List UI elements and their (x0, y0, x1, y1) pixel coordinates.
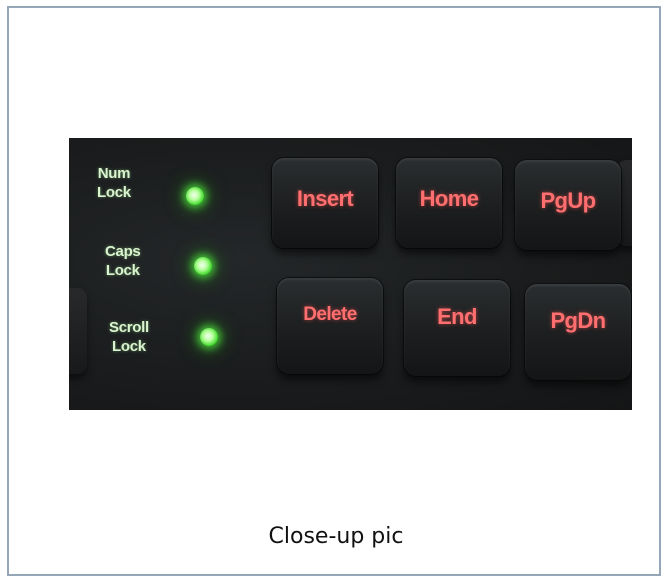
partial-key-left (69, 288, 87, 374)
pgup-key-label: PgUp (540, 188, 596, 213)
end-key: End (404, 280, 510, 376)
num-lock-label: Num Lock (97, 165, 131, 201)
insert-key: Insert (272, 158, 378, 248)
num-lock-led (186, 187, 204, 205)
scroll-lock-label: Scroll Lock (109, 319, 149, 355)
home-key-label: Home (419, 186, 479, 211)
caps-lock-led (194, 257, 212, 275)
end-key-label: End (437, 304, 477, 329)
keyboard-closeup-photo: Num Lock Caps Lock Scroll Lock Insert Ho… (69, 138, 632, 410)
delete-key-label: Delete (303, 304, 357, 325)
delete-key: Delete (277, 278, 383, 374)
scroll-lock-led (200, 328, 218, 346)
insert-key-label: Insert (296, 186, 354, 211)
figure-caption: Close-up pic (268, 524, 404, 549)
caps-lock-label: Caps Lock (105, 243, 141, 279)
pgdn-key: PgDn (525, 284, 631, 380)
home-key: Home (396, 158, 502, 248)
pgup-key: PgUp (515, 160, 621, 250)
pgdn-key-label: PgDn (550, 308, 606, 333)
